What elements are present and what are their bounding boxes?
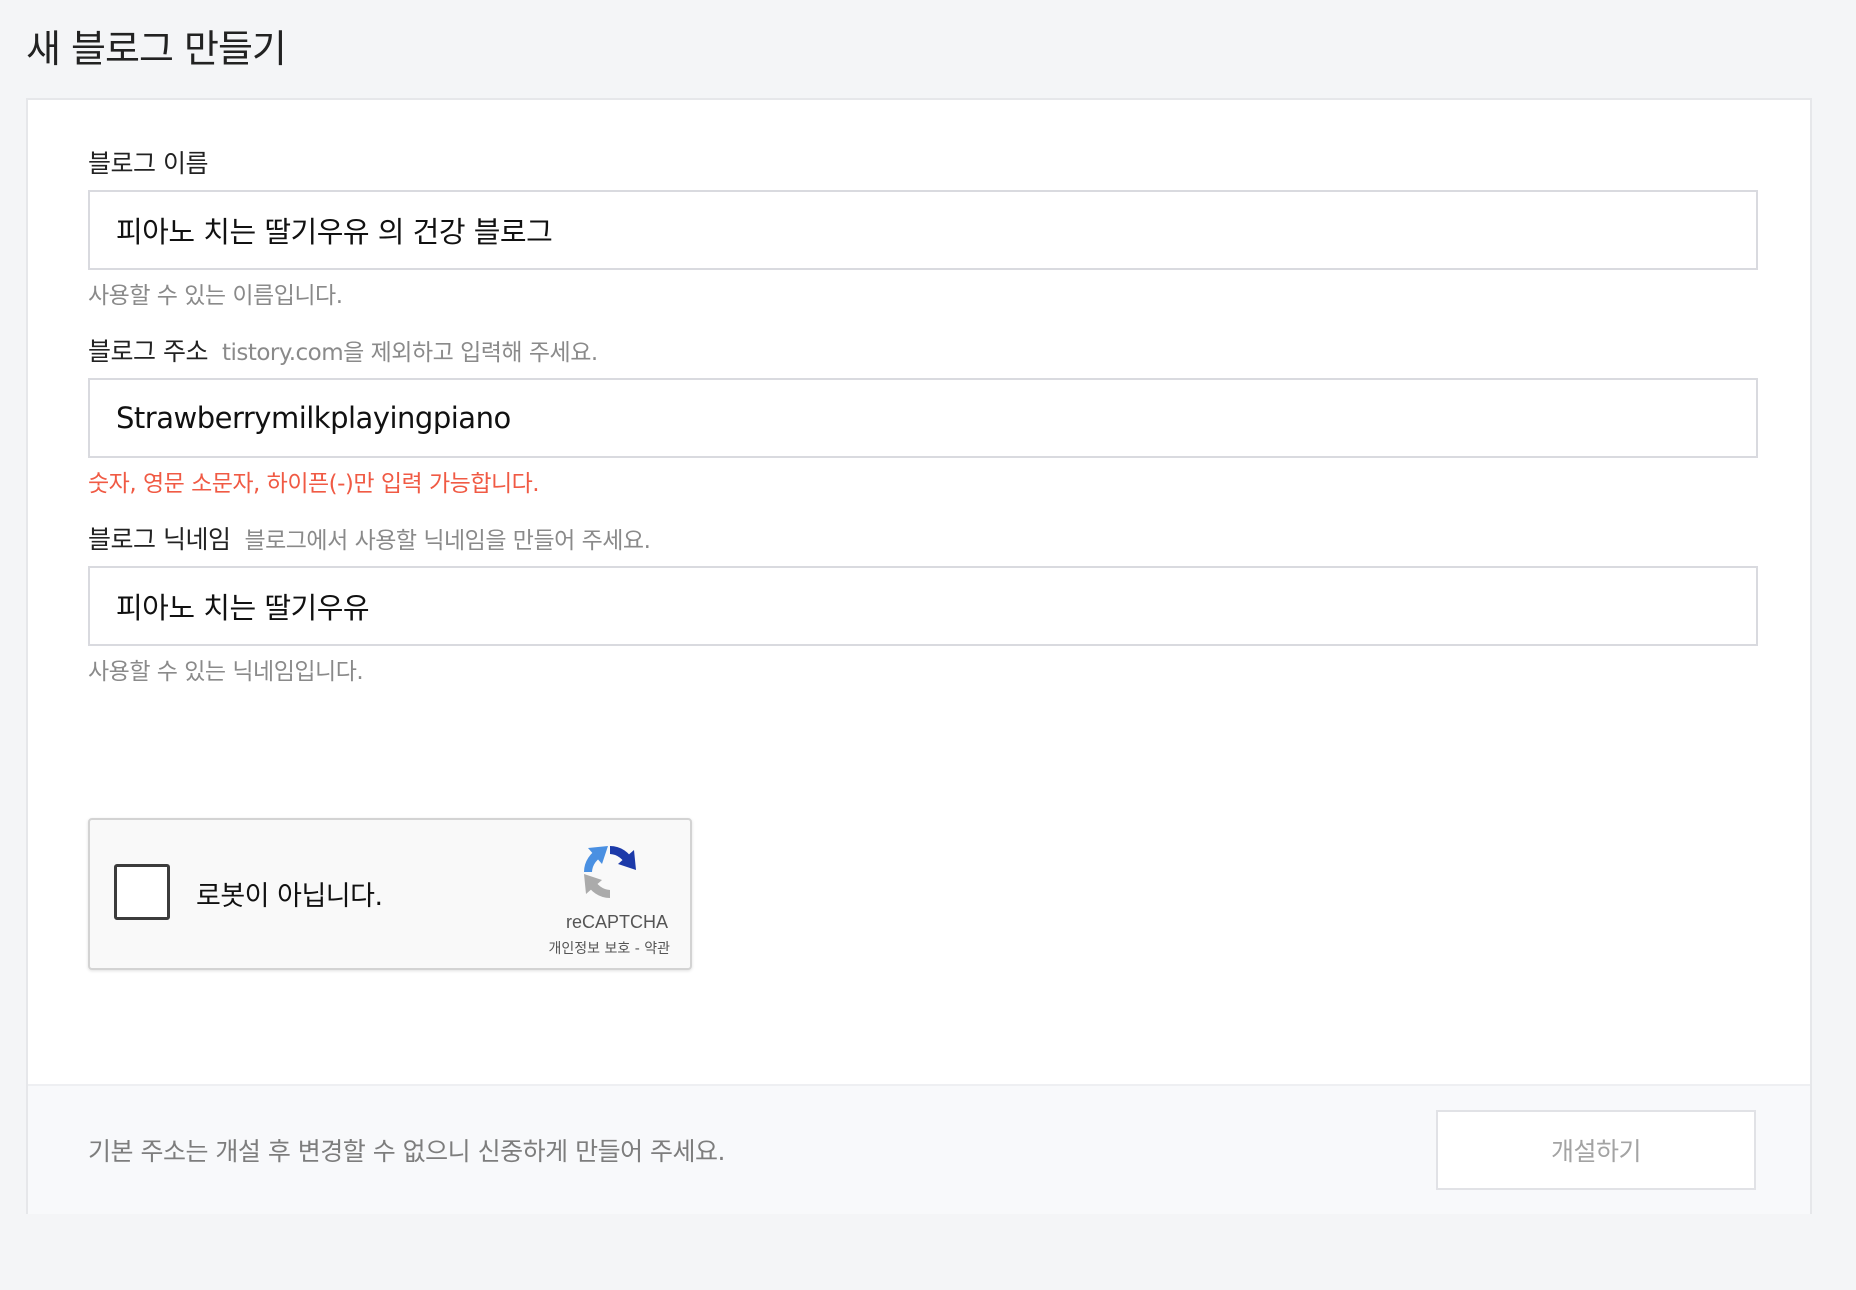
recaptcha-checkbox[interactable] — [114, 864, 170, 920]
blog-name-label-text: 블로그 이름 — [88, 149, 208, 178]
card-footer: 기본 주소는 개설 후 변경할 수 없으니 신중하게 만들어 주세요. 개설하기 — [28, 1084, 1810, 1214]
blog-nickname-input[interactable] — [88, 566, 1758, 646]
recaptcha-label: 로봇이 아닙니다. — [196, 881, 383, 912]
blog-address-input[interactable] — [88, 378, 1758, 458]
blog-address-label-text: 블로그 주소 — [88, 337, 208, 366]
blog-address-label: 블로그 주소 tistory.com을 제외하고 입력해 주세요. — [88, 332, 598, 368]
blog-address-error: 숫자, 영문 소문자, 하이픈(-)만 입력 가능합니다. — [88, 471, 540, 497]
footer-notice: 기본 주소는 개설 후 변경할 수 없으니 신중하게 만들어 주세요. — [88, 1137, 725, 1166]
recaptcha-logo-icon — [584, 846, 636, 898]
blog-name-helper: 사용할 수 있는 이름입니다. — [88, 283, 343, 309]
recaptcha-widget: 로봇이 아닙니다. reCAPTCHA 개인정보 보호 - 약관 — [88, 818, 692, 970]
blog-nickname-helper: 사용할 수 있는 닉네임입니다. — [88, 659, 364, 685]
blog-name-input[interactable] — [88, 190, 1758, 270]
create-blog-card: 블로그 이름 사용할 수 있는 이름입니다. 블로그 주소 tistory.com… — [26, 98, 1812, 1214]
recaptcha-privacy-terms-links[interactable]: 개인정보 보호 - 약관 — [549, 938, 670, 958]
create-blog-button[interactable]: 개설하기 — [1436, 1110, 1756, 1190]
recaptcha-brand: reCAPTCHA — [565, 912, 668, 932]
blog-address-hint: tistory.com을 제외하고 입력해 주세요. — [221, 340, 598, 366]
page-title: 새 블로그 만들기 — [26, 27, 287, 71]
blog-nickname-label-text: 블로그 닉네임 — [88, 525, 231, 554]
blog-nickname-label: 블로그 닉네임 블로그에서 사용할 닉네임을 만들어 주세요. — [88, 520, 651, 556]
blog-name-label: 블로그 이름 — [88, 144, 208, 180]
blog-nickname-hint: 블로그에서 사용할 닉네임을 만들어 주세요. — [244, 528, 651, 554]
